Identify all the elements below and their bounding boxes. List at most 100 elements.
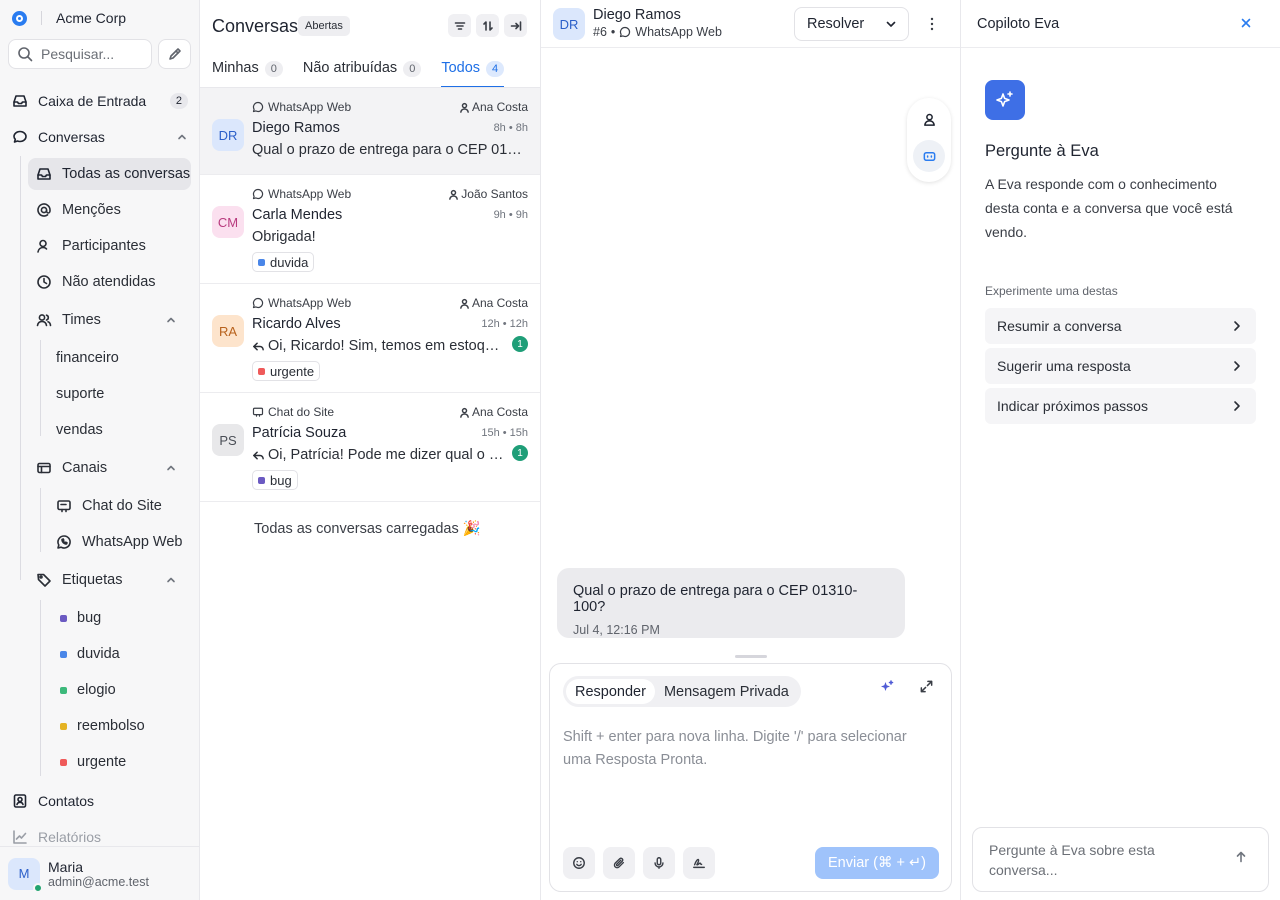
brand[interactable]: Acme Corp [12, 8, 126, 28]
filter-icon [454, 20, 466, 32]
nav-channels[interactable]: Canais [28, 452, 191, 484]
private-note-tab[interactable]: Mensagem Privada [655, 679, 798, 704]
expand-editor-button[interactable] [919, 679, 934, 694]
conversation-item[interactable]: PS Chat do Site Ana Costa Patrícia Souza… [200, 393, 540, 502]
copilot-send-button[interactable] [1234, 850, 1248, 864]
emoji-icon [573, 857, 585, 869]
chevron-up-icon[interactable] [165, 314, 177, 326]
team-item[interactable]: financeiro [56, 347, 119, 369]
last-message-text: Obrigada! [252, 229, 316, 245]
sort-button[interactable] [476, 14, 499, 37]
nav-participants[interactable]: Participantes [28, 230, 191, 262]
nav-reports[interactable]: Relatórios [12, 826, 188, 848]
nav-contacts[interactable]: Contatos [12, 790, 188, 812]
chevron-down-icon[interactable] [884, 17, 898, 31]
nav-conversations[interactable]: Conversas [12, 126, 188, 148]
nav-reports-label: Relatórios [38, 829, 102, 845]
collapse-panel-button[interactable] [504, 14, 527, 37]
chevron-right-icon [1230, 359, 1244, 373]
label-item[interactable]: bug [60, 607, 101, 629]
label-color-dot [258, 258, 265, 266]
nav-labels-label: Etiquetas [62, 572, 123, 588]
nav-unattended[interactable]: Não atendidas [28, 266, 191, 298]
assignee-name: Ana Costa [471, 100, 528, 114]
channel-name: WhatsApp Web [268, 296, 352, 310]
last-message: Obrigada! [252, 229, 522, 245]
copilot-input[interactable] [989, 840, 1224, 884]
signature-icon [693, 858, 705, 869]
tab-mine[interactable]: Minhas 0 [212, 58, 283, 88]
copilot-toggle-button[interactable] [913, 140, 945, 172]
label-name: elogio [77, 682, 116, 698]
reply-icon [252, 449, 265, 462]
resize-handle[interactable] [735, 655, 767, 658]
team-item[interactable]: suporte [56, 383, 104, 405]
page-title: Conversas [212, 16, 299, 36]
nav-channels-label: Canais [62, 460, 108, 476]
expand-icon [920, 680, 933, 693]
conversation-channel: WhatsApp Web [252, 100, 351, 114]
last-message: Oi, Ricardo! Sim, temos em estoque. [252, 338, 504, 354]
audio-record-button[interactable] [643, 847, 675, 879]
suggestion-next-steps[interactable]: Indicar próximos passos [985, 388, 1256, 424]
resolve-button[interactable]: Resolver [794, 7, 909, 41]
conversation-item[interactable]: DR WhatsApp Web Ana Costa Diego Ramos 8h… [200, 88, 540, 175]
chevron-right-icon [1230, 319, 1244, 333]
message-input[interactable] [563, 726, 938, 816]
chevron-up-icon[interactable] [165, 462, 177, 474]
nav-all-conversations[interactable]: Todas as conversas [28, 158, 191, 190]
label-item[interactable]: duvida [60, 643, 120, 665]
label-item[interactable]: urgente [60, 751, 126, 773]
label-tag: duvida [252, 252, 315, 272]
label-name: duvida [77, 646, 120, 662]
nav-teams[interactable]: Times [28, 304, 191, 336]
contact-avatar[interactable]: DR [553, 8, 585, 40]
search-input[interactable] [41, 46, 141, 62]
channel-item-site-chat[interactable]: Chat do Site [56, 495, 162, 517]
nav-contacts-label: Contatos [38, 793, 95, 809]
contact-name[interactable]: Diego Ramos [593, 7, 681, 23]
suggestion-reply[interactable]: Sugerir uma resposta [985, 348, 1256, 384]
send-button[interactable]: Enviar (⌘ + ↵) [815, 847, 939, 879]
nav-mentions[interactable]: Menções [28, 194, 191, 226]
channel-name: WhatsApp Web [268, 187, 352, 201]
more-options-button[interactable] [922, 14, 942, 34]
reply-tab[interactable]: Responder [566, 679, 655, 704]
channel-item-whatsapp[interactable]: WhatsApp Web [56, 531, 182, 553]
chevron-up-icon[interactable] [176, 131, 188, 143]
nav-labels[interactable]: Etiquetas [28, 564, 191, 596]
label-item[interactable]: reembolso [60, 715, 145, 737]
conversation-item[interactable]: RA WhatsApp Web Ana Costa Ricardo Alves … [200, 284, 540, 393]
tab-unassigned[interactable]: Não atribuídas 0 [303, 58, 422, 88]
user-menu[interactable]: M Maria admin@acme.test [0, 846, 199, 900]
attach-button[interactable] [603, 847, 635, 879]
label-item[interactable]: elogio [60, 679, 116, 701]
ai-assist-button[interactable] [879, 679, 895, 695]
nav-inbox[interactable]: Caixa de Entrada 2 [12, 90, 188, 112]
new-conversation-button[interactable] [158, 39, 191, 69]
signature-button[interactable] [683, 847, 715, 879]
suggestion-summarize[interactable]: Resumir a conversa [985, 308, 1256, 344]
team-item[interactable]: vendas [56, 419, 103, 441]
suggestion-label: Indicar próximos passos [997, 398, 1148, 414]
chevron-up-icon[interactable] [165, 574, 177, 586]
label-color-dot [60, 686, 67, 694]
avatar: CM [212, 206, 244, 238]
status-filter-badge[interactable]: Abertas [298, 16, 350, 36]
conversation-item[interactable]: CM WhatsApp Web João Santos Carla Mendes… [200, 175, 540, 284]
site-chat-icon [252, 406, 264, 418]
conversation-assignee: Ana Costa [459, 296, 528, 310]
tab-all[interactable]: Todos 4 [441, 58, 505, 88]
account-name: Acme Corp [56, 10, 127, 26]
last-message-text: Qual o prazo de entrega para o CEP 01310… [252, 142, 522, 158]
filter-button[interactable] [448, 14, 471, 37]
whatsapp-icon [252, 297, 264, 309]
nav-participants-label: Participantes [62, 238, 146, 254]
resolve-label: Resolver [807, 16, 865, 32]
last-message-text: Oi, Patrícia! Pode me dizer qual o erro? [268, 447, 504, 463]
contact-details-button[interactable] [913, 103, 945, 135]
search-box[interactable] [8, 39, 152, 69]
close-copilot-button[interactable] [1239, 16, 1253, 30]
arrow-right-to-line-icon [510, 20, 522, 32]
emoji-button[interactable] [563, 847, 595, 879]
